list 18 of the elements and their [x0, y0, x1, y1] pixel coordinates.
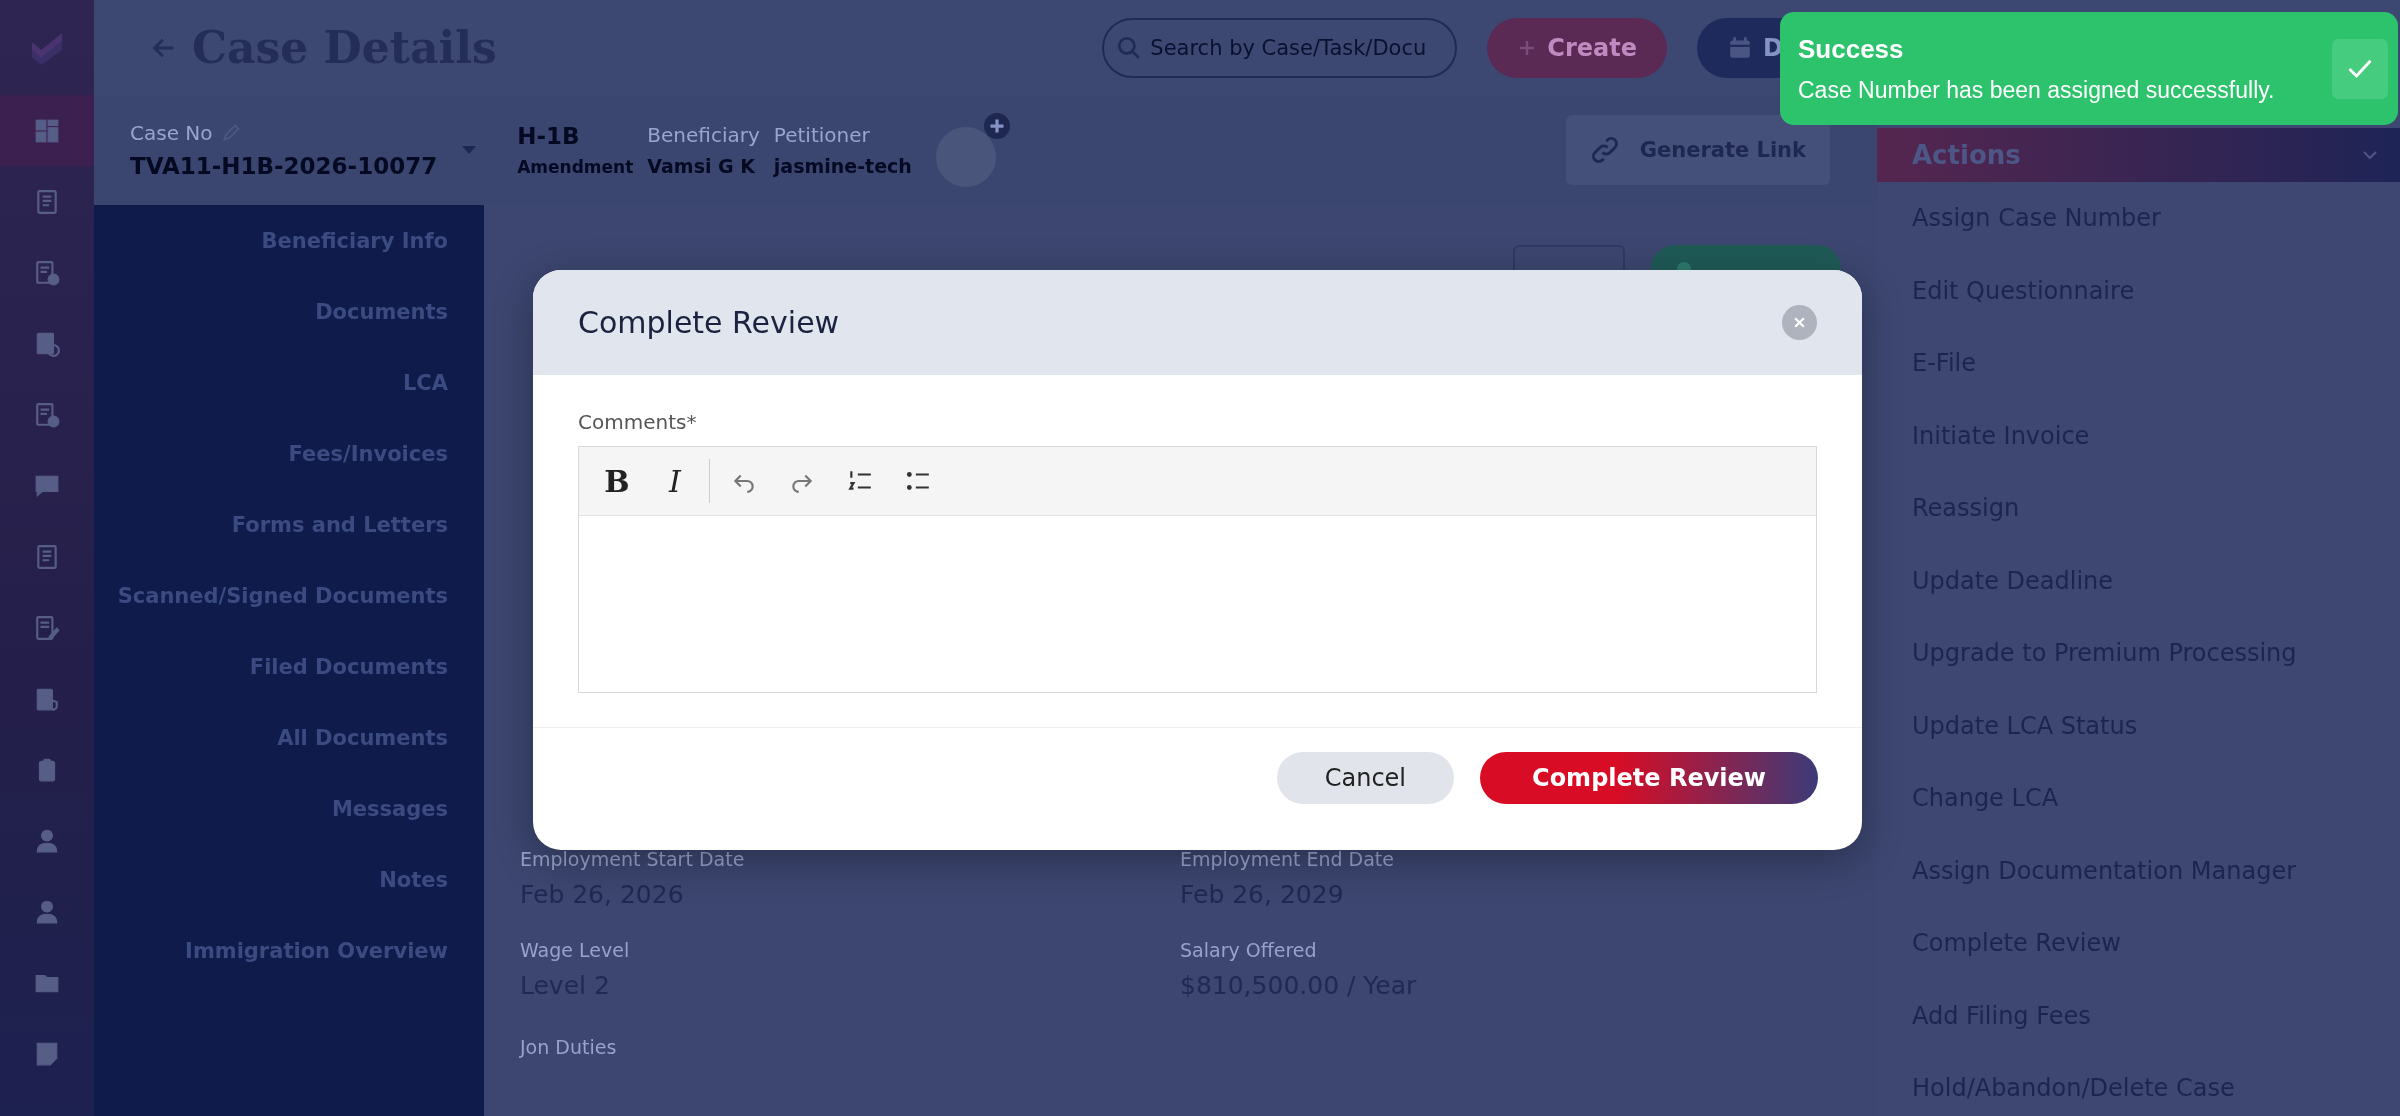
field-label: Jon Duties [520, 1036, 618, 1058]
field-label: Case No [130, 121, 213, 145]
toast-title: Success [1798, 33, 1905, 65]
field-label: Employment End Date [1180, 848, 1395, 870]
visa-type: H-1B [517, 123, 581, 149]
panel-title: Actions [1912, 140, 2021, 170]
visa-subtype: Amendment [517, 157, 634, 177]
field-label: Wage Level [520, 939, 631, 961]
case-number: TVA11-H1B-2026-10077 [130, 153, 438, 179]
dialog-title: Complete Review [578, 305, 840, 340]
field-label: Employment Start Date [520, 848, 746, 870]
field-label: Comments* [578, 410, 698, 434]
field-label: Petitioner [773, 123, 871, 147]
field-label: Beneficiary [647, 123, 760, 147]
beneficiary-name: Vamsi G K [647, 155, 756, 177]
field-label: Salary Offered [1180, 939, 1318, 961]
petitioner-name: jasmine-tech [773, 155, 912, 177]
toast-message: Case Number has been assigned successfully. [1798, 76, 2276, 104]
